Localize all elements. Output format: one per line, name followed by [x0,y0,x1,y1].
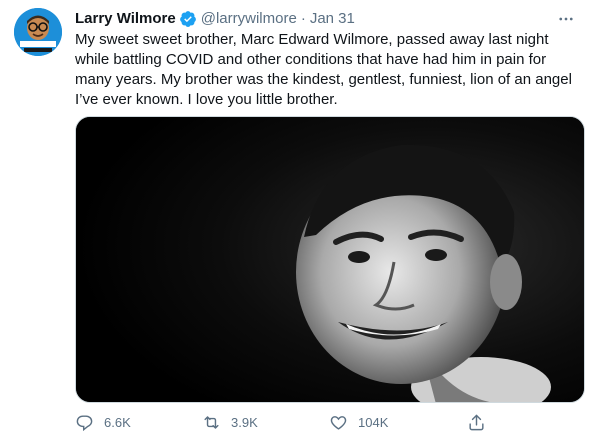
tweet-text: My sweet sweet brother, Marc Edward Wilm… [75,31,572,108]
verified-icon [179,10,197,28]
reply-button[interactable]: 6.6K [75,410,131,434]
retweet-button[interactable]: 3.9K [202,410,258,434]
tweet-header: Larry Wilmore @larrywilmore · Jan 31 [75,9,576,29]
handle[interactable]: @larrywilmore [201,9,297,29]
tweet: Larry Wilmore @larrywilmore · Jan 31 My … [0,0,590,437]
reply-icon [76,414,93,431]
avatar[interactable] [14,8,62,56]
like-count: 104K [358,414,389,430]
display-name[interactable]: Larry Wilmore [75,9,176,29]
tweet-actions: 6.6K 3.9K 104K [75,410,575,434]
reply-count: 6.6K [104,414,131,430]
share-button[interactable] [467,410,496,434]
like-icon [330,415,347,430]
retweet-icon [204,415,219,429]
avatar-illustration [14,8,62,56]
separator-dot: · [300,10,306,27]
retweet-count: 3.9K [231,414,258,430]
portrait-photo [76,117,584,402]
like-button[interactable]: 104K [329,410,388,434]
tweet-photo[interactable] [75,116,585,403]
more-icon[interactable] [556,9,576,29]
share-icon [469,414,484,430]
tweet-date[interactable]: Jan 31 [310,9,355,29]
